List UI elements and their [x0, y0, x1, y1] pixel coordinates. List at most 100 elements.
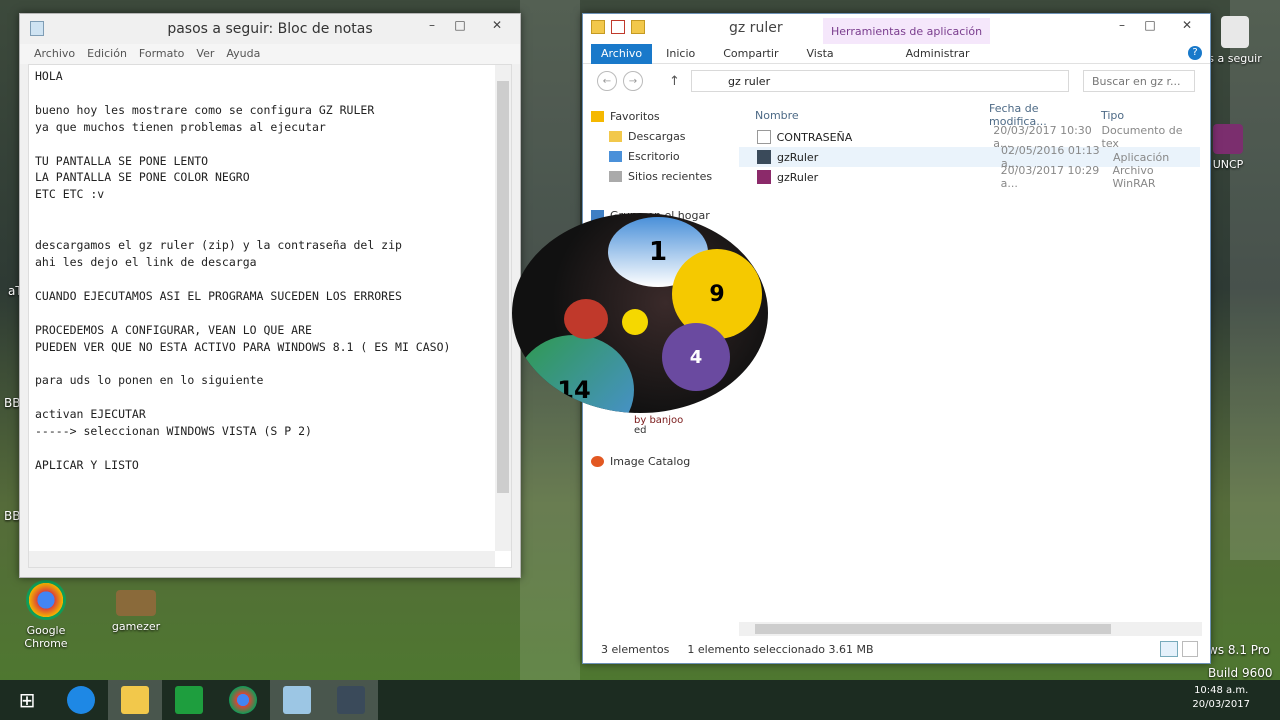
- taskbar-notepad[interactable]: [270, 680, 324, 720]
- folder-icon: [609, 170, 622, 182]
- desktop-icon-gamezer[interactable]: gamezer: [96, 590, 176, 633]
- tab-administrar[interactable]: Administrar: [892, 47, 984, 60]
- search-input[interactable]: Buscar en gz r...: [1083, 70, 1195, 92]
- gzruler-icon: [337, 686, 365, 714]
- column-tipo[interactable]: Tipo: [1095, 109, 1124, 122]
- start-button[interactable]: ⊞: [0, 680, 54, 720]
- explorer-title: gz ruler: [729, 20, 783, 36]
- file-name: CONTRASEÑA: [776, 130, 853, 144]
- address-bar[interactable]: gz ruler: [691, 70, 1069, 92]
- icon-label: UNCP: [1212, 158, 1244, 171]
- file-name: gzRuler: [776, 170, 819, 184]
- tab-archivo[interactable]: Archivo: [591, 43, 653, 64]
- taskbar-gzruler[interactable]: [324, 680, 378, 720]
- new-folder-icon[interactable]: [631, 20, 645, 34]
- file-name: gzRuler: [777, 150, 819, 164]
- icon-label: gamezer: [111, 620, 161, 633]
- search-placeholder: Buscar en gz r...: [1092, 74, 1181, 88]
- desktop-edge-label: BB: [4, 509, 21, 523]
- windows-watermark: Build 9600: [1208, 666, 1273, 680]
- notepad-text-area[interactable]: HOLA bueno hoy les mostrare como se conf…: [28, 64, 512, 568]
- nav-item-escritorio[interactable]: Escritorio: [591, 146, 741, 166]
- ball-number: 4: [689, 346, 703, 368]
- nav-item-sitios-recientes[interactable]: Sitios recientes: [591, 166, 741, 186]
- ball-number: 1: [648, 237, 668, 267]
- explorer-titlebar[interactable]: gz ruler Herramientas de aplicación – □ …: [583, 14, 1210, 44]
- notepad-menubar: Archivo Edición Formato Ver Ayuda: [20, 44, 520, 64]
- menu-edicion[interactable]: Edición: [81, 44, 133, 64]
- notepad-window: pasos a seguir: Bloc de notas – □ ✕ Arch…: [19, 13, 521, 578]
- file-row[interactable]: CONTRASEÑA 20/03/2017 10:30 a... Documen…: [739, 124, 1200, 150]
- horizontal-scrollbar[interactable]: [739, 622, 1202, 636]
- taskbar-store[interactable]: [162, 680, 216, 720]
- back-icon[interactable]: ←: [597, 71, 617, 91]
- ball-number: 9: [709, 281, 725, 307]
- maximize-button[interactable]: □: [1136, 14, 1164, 36]
- menu-ver[interactable]: Ver: [190, 44, 220, 64]
- store-icon: [175, 686, 203, 714]
- notepad-titlebar[interactable]: pasos a seguir: Bloc de notas – □ ✕: [20, 14, 520, 44]
- status-bar: 3 elementos 1 elemento seleccionado 3.61…: [583, 635, 1210, 663]
- tab-compartir[interactable]: Compartir: [709, 47, 792, 60]
- menu-formato[interactable]: Formato: [133, 44, 191, 64]
- desktop-edge-label: BB: [4, 396, 21, 410]
- folder-icon: [609, 150, 622, 162]
- nav-item-descargas[interactable]: Descargas: [591, 126, 741, 146]
- properties-icon[interactable]: [611, 20, 625, 34]
- menu-ayuda[interactable]: Ayuda: [220, 44, 266, 64]
- ball-number: 14: [557, 376, 591, 404]
- vertical-scrollbar[interactable]: [495, 65, 511, 551]
- app-icon: [757, 150, 771, 164]
- taskbar-ie[interactable]: [54, 680, 108, 720]
- pool-balls-overlay: 1 9 4 14: [512, 213, 768, 413]
- nav-item-image-catalog[interactable]: Image Catalog: [591, 451, 741, 471]
- menu-archivo[interactable]: Archivo: [28, 44, 81, 64]
- notepad-icon: [30, 21, 44, 36]
- context-tab-herramientas[interactable]: Herramientas de aplicación: [823, 18, 991, 44]
- notepad-content: HOLA bueno hoy les mostrare como se conf…: [35, 69, 451, 472]
- nav-label: Sitios recientes: [628, 169, 713, 183]
- status-selected: 1 elemento seleccionado 3.61 MB: [687, 642, 874, 656]
- windows-watermark: ws 8.1 Pro: [1208, 643, 1270, 657]
- address-path: gz ruler: [728, 74, 771, 88]
- icon-label: Google Chrome: [24, 624, 68, 650]
- quick-access-toolbar: [591, 20, 645, 34]
- file-type: Archivo WinRAR: [1112, 164, 1156, 190]
- scroll-thumb[interactable]: [497, 81, 509, 493]
- details-view-icon[interactable]: [1160, 641, 1178, 657]
- close-button[interactable]: ✕: [474, 14, 520, 36]
- tab-inicio[interactable]: Inicio: [652, 47, 709, 60]
- minimize-button[interactable]: –: [418, 14, 446, 36]
- clock-date: 20/03/2017: [1192, 699, 1250, 710]
- chrome-icon: [229, 686, 257, 714]
- minimize-button[interactable]: –: [1108, 14, 1136, 36]
- large-icons-view-icon[interactable]: [1182, 641, 1198, 657]
- desktop-icon-chrome[interactable]: Google Chrome: [6, 580, 86, 650]
- forward-icon[interactable]: →: [623, 71, 643, 91]
- taskbar-explorer[interactable]: [108, 680, 162, 720]
- file-row[interactable]: gzRuler 20/03/2017 10:29 a... Archivo Wi…: [739, 164, 1200, 190]
- notepad-title: pasos a seguir: Bloc de notas: [167, 21, 373, 37]
- nav-label: Descargas: [628, 129, 686, 143]
- ball-14: 14: [514, 335, 634, 413]
- up-icon[interactable]: ↑: [669, 74, 680, 89]
- nav-item-favoritos[interactable]: Favoritos: [591, 106, 741, 126]
- help-icon[interactable]: ?: [1188, 46, 1202, 60]
- tab-vista[interactable]: Vista: [793, 47, 848, 60]
- system-clock[interactable]: 10:48 a.m. 20/03/2017: [1192, 684, 1250, 712]
- horizontal-scrollbar[interactable]: [29, 551, 495, 567]
- ball-4: 4: [662, 323, 730, 391]
- close-button[interactable]: ✕: [1164, 14, 1210, 36]
- column-headers: Nombre Fecha de modifica... Tipo: [739, 102, 1200, 128]
- scroll-thumb[interactable]: [755, 624, 1111, 634]
- ribbon-tabs: Archivo Inicio Compartir Vista Administr…: [583, 43, 1210, 64]
- column-nombre[interactable]: Nombre: [739, 109, 983, 122]
- nav-label: Escritorio: [628, 149, 680, 163]
- ball-yellow: [622, 309, 648, 335]
- notepad-icon: [283, 686, 311, 714]
- folder-icon[interactable]: [591, 20, 605, 34]
- taskbar-chrome[interactable]: [216, 680, 270, 720]
- navigation-bar: ← → ↑ gz ruler Buscar en gz r...: [583, 67, 1210, 95]
- maximize-button[interactable]: □: [446, 14, 474, 36]
- overlay-credit: ed: [634, 425, 647, 436]
